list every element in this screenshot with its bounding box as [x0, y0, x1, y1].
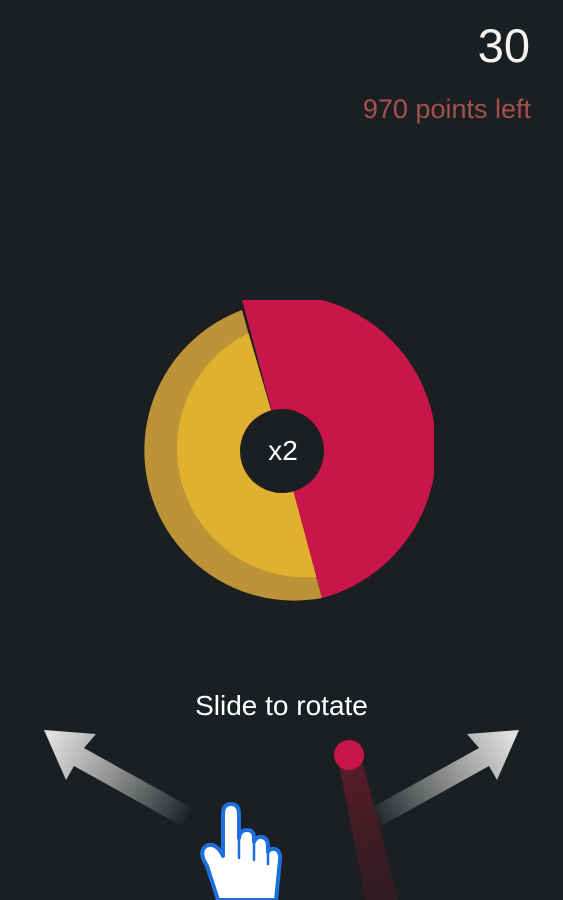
color-wheel[interactable]: x2 [132, 294, 437, 602]
arrow-up-left-icon [44, 730, 192, 826]
red-ball [334, 740, 364, 770]
wheel-center-hub [240, 409, 324, 493]
ball-trail [338, 760, 398, 900]
score-display: 30 [477, 19, 530, 72]
pointing-hand-icon [200, 802, 283, 900]
points-left-label: 970 points left [362, 94, 531, 124]
color-wheel-graphic [144, 294, 437, 601]
arrow-up-right-icon [371, 730, 519, 826]
instruction-text: Slide to rotate [195, 690, 368, 721]
